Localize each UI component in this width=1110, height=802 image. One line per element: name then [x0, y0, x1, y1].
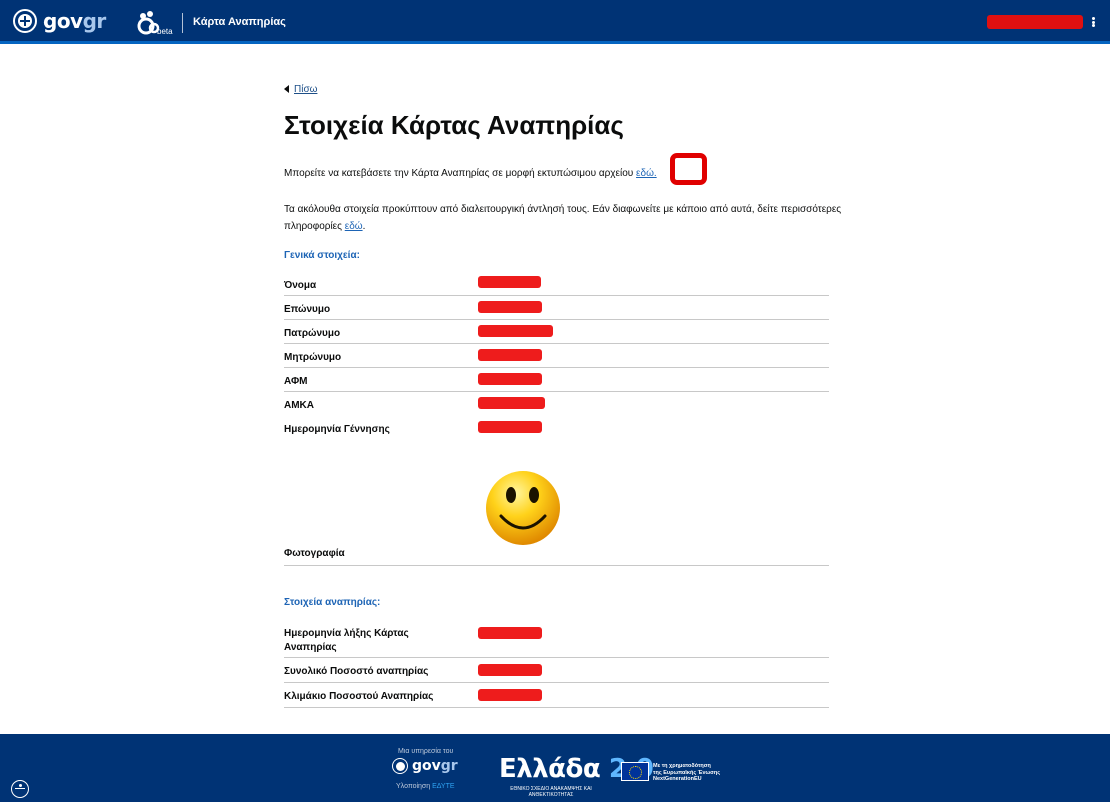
smiley-face-icon [486, 471, 560, 545]
general-section-title: Γενικά στοιχεία: [284, 250, 360, 261]
govgr-logo[interactable]: govgr [13, 9, 106, 33]
table-row: ΑΜΚΑ [284, 392, 829, 416]
row-label: Μητρώνυμο [284, 352, 342, 363]
eu-funding-label: Με τη χρηματοδότηση της Ευρωπαϊκής Ένωση… [653, 763, 721, 782]
eu-flag-icon [621, 762, 649, 781]
redacted-value [478, 276, 541, 288]
beta-label: beta [157, 27, 173, 36]
table-row: ΑΦΜ [284, 368, 829, 392]
user-name-redacted[interactable] [987, 15, 1083, 29]
highlight-box [670, 153, 707, 185]
back-arrow-icon [284, 85, 289, 93]
row-label: Ημερομηνία λήξης Κάρτας Αναπηρίας [284, 628, 409, 653]
recovery-plan-label: ΕΘΝΙΚΟ ΣΧΕΔΙΟ ΑΝΑΚΑΜΨΗΣ ΚΑΙ ΑΝΘΕΚΤΙΚΟΤΗΤ… [510, 786, 592, 798]
redacted-value [478, 689, 542, 701]
row-label: Συνολικό Ποσοστό αναπηρίας [284, 666, 429, 677]
redacted-value [478, 349, 542, 361]
top-header: govgr beta Κάρτα Αναπηρίας [0, 0, 1110, 44]
info-paragraph: Τα ακόλουθα στοιχεία προκύπτουν από διαλ… [284, 204, 842, 232]
back-link[interactable]: Πίσω [284, 84, 317, 95]
table-row: Όνομα [284, 268, 829, 296]
row-label: Κλιμάκιο Ποσοστού Αναπηρίας [284, 691, 434, 702]
info-link[interactable]: εδώ [345, 221, 363, 232]
greek-seal-icon [13, 9, 37, 33]
redacted-value [478, 301, 542, 313]
redacted-value [478, 325, 553, 337]
row-label: Πατρώνυμο [284, 328, 341, 339]
redacted-value [478, 627, 542, 639]
redacted-value [478, 397, 545, 409]
greek-seal-icon [392, 758, 408, 774]
table-row: Μητρώνυμο [284, 344, 829, 368]
row-label: Επώνυμο [284, 304, 331, 315]
implementation-label: Υλοποίηση ΕΔΥΤΕ [396, 783, 455, 790]
photo-row: Φωτογραφία [284, 440, 829, 566]
app-title[interactable]: Κάρτα Αναπηρίας [193, 16, 286, 28]
row-label: Φωτογραφία [284, 548, 345, 559]
disability-rows: Ημερομηνία λήξης Κάρτας Αναπηρίας Συνολι… [284, 618, 829, 708]
row-label: ΑΜΚΑ [284, 400, 314, 411]
header-divider [182, 13, 183, 33]
row-label: Όνομα [284, 280, 317, 291]
footer-govgr-logo[interactable]: govgr [392, 758, 458, 774]
user-photo [478, 440, 599, 560]
download-link[interactable]: εδώ. [636, 168, 657, 179]
redacted-value [478, 664, 542, 676]
table-row: Πατρώνυμο [284, 320, 829, 344]
disability-section-title: Στοιχεία αναπηρίας: [284, 597, 381, 608]
redacted-value [478, 421, 542, 433]
service-of-label: Μια υπηρεσία του [398, 748, 454, 755]
more-options-icon[interactable] [1086, 15, 1100, 29]
download-paragraph: Μπορείτε να κατεβάσετε την Κάρτα Αναπηρί… [284, 168, 657, 179]
row-label: ΑΦΜ [284, 376, 308, 387]
footer: Μια υπηρεσία του govgr Υλοποίηση ΕΔΥΤΕ Ε… [0, 734, 1110, 802]
table-row: Συνολικό Ποσοστό αναπηρίας [284, 658, 829, 683]
table-row: Ημερομηνία λήξης Κάρτας Αναπηρίας [284, 618, 829, 658]
table-row: Κλιμάκιο Ποσοστού Αναπηρίας [284, 683, 829, 708]
accessibility-icon[interactable] [11, 780, 29, 798]
redacted-value [478, 373, 542, 385]
general-rows: Όνομα Επώνυμο Πατρώνυμο Μητρώνυμο ΑΦΜ ΑΜ… [284, 268, 829, 566]
row-label: Ημερομηνία Γέννησης [284, 424, 390, 435]
page-title: Στοιχεία Κάρτας Αναπηρίας [284, 110, 624, 140]
table-row: Επώνυμο [284, 296, 829, 320]
table-row: Ημερομηνία Γέννησης [284, 416, 829, 440]
